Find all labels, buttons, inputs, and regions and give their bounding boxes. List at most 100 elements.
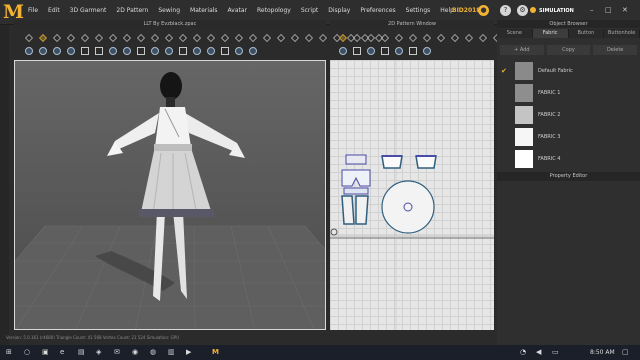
2d-pattern-viewport[interactable]: [330, 60, 494, 330]
trace-icon[interactable]: [450, 33, 458, 41]
copy-fabric-button[interactable]: Copy: [546, 45, 591, 55]
dart-icon[interactable]: [464, 33, 472, 41]
mesh-view-icon[interactable]: [52, 46, 61, 55]
arrangement-points-icon[interactable]: [248, 46, 257, 55]
move-icon[interactable]: [38, 33, 46, 41]
close-icon[interactable]: ✕: [622, 6, 628, 14]
simulation-toggle[interactable]: SIMULATION: [530, 6, 582, 17]
search-icon[interactable]: ○: [24, 348, 30, 356]
gravity-icon[interactable]: [304, 33, 312, 41]
menu-sewing[interactable]: Sewing: [158, 7, 180, 14]
hide-icon[interactable]: [276, 33, 284, 41]
circle-icon[interactable]: [394, 33, 402, 41]
edge-icon[interactable]: e: [60, 348, 64, 356]
tab-buttonhole[interactable]: Buttonhole: [604, 29, 640, 38]
volume-icon[interactable]: ◀: [536, 348, 541, 356]
fabric-item-1[interactable]: FABRIC 1: [501, 83, 627, 103]
shrink-icon[interactable]: [122, 33, 130, 41]
fabric-item-default[interactable]: ✔ Default Fabric: [501, 61, 627, 81]
menu-edit[interactable]: Edit: [48, 7, 60, 14]
settings-icon[interactable]: ⚙: [517, 5, 528, 16]
grid-toggle-icon[interactable]: [136, 46, 145, 55]
tape-icon[interactable]: [220, 33, 228, 41]
brush-icon[interactable]: [94, 33, 102, 41]
menu-preferences[interactable]: Preferences: [360, 7, 395, 14]
2d-texture-icon[interactable]: [338, 46, 347, 55]
media-icon[interactable]: ▶: [186, 348, 191, 356]
fabric-item-4[interactable]: FABRIC 4: [501, 149, 627, 169]
menu-settings[interactable]: Settings: [406, 7, 431, 14]
2d-names-icon[interactable]: [394, 46, 403, 55]
help-icon[interactable]: ?: [500, 5, 511, 16]
coin-icon[interactable]: ●: [478, 5, 489, 16]
minimize-icon[interactable]: –: [590, 6, 594, 14]
notification-icon[interactable]: ▢: [622, 348, 629, 356]
button-tool-icon[interactable]: [178, 33, 186, 41]
network-icon[interactable]: ◔: [520, 348, 526, 356]
menu-retopology[interactable]: Retopology: [257, 7, 291, 14]
marvelous-designer-icon[interactable]: M: [212, 348, 219, 356]
segment-sewing-icon[interactable]: [422, 33, 430, 41]
maximize-icon[interactable]: □: [605, 6, 612, 14]
photos-icon[interactable]: ▥: [168, 348, 175, 356]
steam-icon[interactable]: [108, 33, 116, 41]
arrange-icon[interactable]: [262, 33, 270, 41]
x-ray-icon[interactable]: [178, 46, 187, 55]
chrome-icon[interactable]: ◉: [132, 348, 138, 356]
menu-avatar[interactable]: Avatar: [228, 7, 247, 14]
3d-viewport[interactable]: [14, 60, 326, 330]
measure-icon[interactable]: [136, 33, 144, 41]
curve-icon[interactable]: [478, 33, 486, 41]
free-sewing-icon[interactable]: [436, 33, 444, 41]
ruler-icon[interactable]: [150, 33, 158, 41]
texture-view-icon[interactable]: [38, 46, 47, 55]
tab-fabric[interactable]: Fabric: [532, 29, 569, 38]
menu-display[interactable]: Display: [328, 7, 350, 14]
menu-2d-pattern[interactable]: 2D Pattern: [116, 7, 148, 14]
pin-icon[interactable]: [66, 33, 74, 41]
tack-icon[interactable]: [80, 33, 88, 41]
skin-icon[interactable]: [150, 46, 159, 55]
polygon-icon[interactable]: [366, 33, 374, 41]
2d-grid-icon[interactable]: [380, 46, 389, 55]
solid-view-icon[interactable]: [24, 46, 33, 55]
seamline-icon[interactable]: [234, 46, 243, 55]
store-icon[interactable]: ◈: [96, 348, 101, 356]
messenger-icon[interactable]: ◍: [150, 348, 156, 356]
skeleton-icon[interactable]: [164, 46, 173, 55]
texture-icon[interactable]: [206, 33, 214, 41]
mail-icon[interactable]: ✉: [114, 348, 120, 356]
clock[interactable]: 8:50 AM: [590, 349, 615, 356]
battery-icon[interactable]: ▭: [552, 348, 559, 356]
internal-lines-icon[interactable]: [220, 46, 229, 55]
2d-lengths-icon[interactable]: [408, 46, 417, 55]
fit-map-icon[interactable]: [94, 46, 103, 55]
strain-map-icon[interactable]: [66, 46, 75, 55]
show-icon[interactable]: [290, 33, 298, 41]
select-icon[interactable]: [24, 33, 32, 41]
tab-button[interactable]: Button: [568, 29, 605, 38]
menu-file[interactable]: File: [28, 7, 38, 14]
zipper-icon[interactable]: [164, 33, 172, 41]
rectangle-icon[interactable]: [380, 33, 388, 41]
task-view-icon[interactable]: ▣: [42, 348, 49, 356]
tab-scene[interactable]: Scene: [497, 29, 533, 38]
shadow-icon[interactable]: [122, 46, 131, 55]
delete-fabric-button[interactable]: Delete: [593, 45, 638, 55]
transform-pattern-icon[interactable]: [338, 33, 346, 41]
add-fabric-button[interactable]: + Add: [500, 45, 544, 55]
menu-script[interactable]: Script: [301, 7, 318, 14]
wind-icon[interactable]: [318, 33, 326, 41]
layer-icon[interactable]: [248, 33, 256, 41]
internal-polygon-icon[interactable]: [408, 33, 416, 41]
grain-line-icon[interactable]: [352, 46, 361, 55]
fold-icon[interactable]: [52, 33, 60, 41]
avatar-icon[interactable]: [192, 33, 200, 41]
stress-map-icon[interactable]: [80, 46, 89, 55]
file-explorer-icon[interactable]: ▤: [78, 348, 85, 356]
2d-baseline-icon[interactable]: [422, 46, 431, 55]
topstitch-icon[interactable]: [206, 46, 215, 55]
fabric-item-3[interactable]: FABRIC 3: [501, 127, 627, 147]
lighting-icon[interactable]: [108, 46, 117, 55]
thickness-icon[interactable]: [192, 46, 201, 55]
